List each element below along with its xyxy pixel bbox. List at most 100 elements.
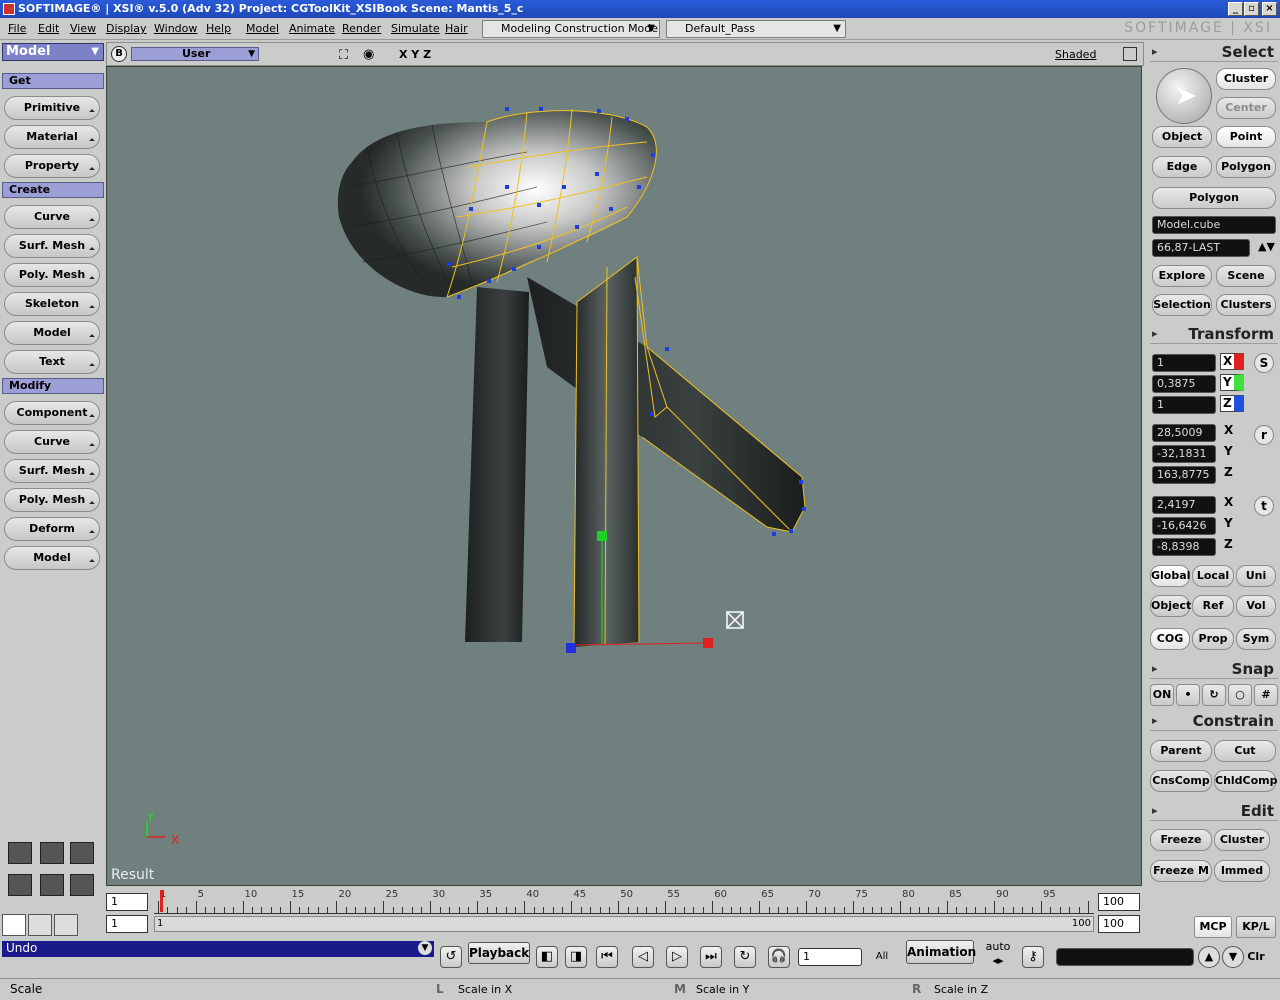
primitive-button[interactable]: Primitive: [4, 96, 100, 120]
all-button[interactable]: All: [866, 948, 898, 966]
cut-button[interactable]: Cut: [1214, 740, 1276, 762]
create-curve-button[interactable]: Curve: [4, 205, 100, 229]
scale-y-field[interactable]: 0,3875: [1152, 375, 1216, 393]
layout-c-icon[interactable]: [70, 874, 94, 896]
cycle-arrows-icon[interactable]: ▲▼: [1258, 240, 1275, 253]
menu-window[interactable]: Window: [154, 22, 197, 35]
keyframe-up-icon[interactable]: ▲: [1198, 946, 1220, 968]
scale-x-toggle[interactable]: X: [1220, 353, 1244, 370]
keyframe-field[interactable]: [1056, 948, 1194, 966]
freeze-m-button[interactable]: Freeze M: [1150, 860, 1212, 882]
rotate-y-label[interactable]: Y: [1224, 444, 1233, 458]
brush-icon[interactable]: [28, 914, 52, 936]
timeline-end-field[interactable]: 100: [1098, 893, 1140, 911]
display-mode-dropdown[interactable]: Shaded: [1055, 48, 1096, 61]
translate-y-field[interactable]: -16,6426: [1152, 517, 1216, 535]
3d-viewport[interactable]: Y X Result: [106, 66, 1142, 886]
layout-split-icon[interactable]: [40, 842, 64, 864]
camera-dropdown[interactable]: User ▼: [131, 47, 259, 61]
key-icon[interactable]: ⚷: [1022, 946, 1044, 968]
edit-header[interactable]: Edit: [1150, 801, 1278, 821]
rotate-x-field[interactable]: 28,5009: [1152, 424, 1216, 442]
translate-x-label[interactable]: X: [1224, 495, 1233, 509]
timeline-start-field[interactable]: 1: [106, 893, 148, 911]
layout-a-icon[interactable]: [8, 874, 32, 896]
local-button[interactable]: Local: [1192, 565, 1234, 587]
clear-button[interactable]: Clr: [1244, 948, 1268, 966]
menu-model[interactable]: Model: [246, 22, 279, 35]
menu-help[interactable]: Help: [206, 22, 231, 35]
menu-file[interactable]: File: [8, 22, 26, 35]
ref-button[interactable]: Ref: [1192, 595, 1234, 617]
modify-surf-mesh-button[interactable]: Surf. Mesh: [4, 459, 100, 483]
select-filter-dropdown[interactable]: Polygon: [1152, 187, 1276, 209]
menu-simulate[interactable]: Simulate: [391, 22, 440, 35]
range-start-field[interactable]: 1: [106, 915, 148, 933]
rotate-tool-button[interactable]: r: [1254, 425, 1274, 445]
modify-curve-button[interactable]: Curve: [4, 430, 100, 454]
maximize-viewport-icon[interactable]: [1123, 47, 1137, 61]
eye-icon[interactable]: ◉: [363, 47, 374, 62]
menu-render[interactable]: Render: [342, 22, 381, 35]
vol-button[interactable]: Vol: [1236, 595, 1276, 617]
previous-key-icon[interactable]: ◧: [536, 946, 558, 968]
select-tool-button[interactable]: ➤: [1156, 68, 1212, 124]
scene-explorer-icon[interactable]: [2, 914, 26, 936]
layout-b-icon[interactable]: [40, 874, 64, 896]
auto-key-toggle[interactable]: auto ◂▸: [980, 940, 1016, 967]
uni-button[interactable]: Uni: [1236, 565, 1276, 587]
create-text-button[interactable]: Text: [4, 350, 100, 374]
rotate-z-field[interactable]: 163,8775: [1152, 466, 1216, 484]
prop-button[interactable]: Prop: [1192, 628, 1234, 650]
snap-on-button[interactable]: ON: [1150, 684, 1174, 706]
snap-header[interactable]: Snap: [1150, 659, 1278, 679]
explore-button[interactable]: Explore: [1152, 265, 1212, 287]
chldcomp-button[interactable]: ChldComp: [1214, 770, 1278, 792]
play-forward-icon[interactable]: ▷: [666, 946, 688, 968]
object-ref-button[interactable]: Object: [1150, 595, 1191, 617]
palette-icon[interactable]: [54, 914, 78, 936]
mcp-tab[interactable]: MCP: [1194, 916, 1232, 938]
cog-button[interactable]: COG: [1150, 628, 1190, 650]
scale-y-toggle[interactable]: Y: [1220, 374, 1244, 391]
snap-surface-icon[interactable]: ○: [1228, 684, 1252, 706]
translate-tool-button[interactable]: t: [1254, 496, 1274, 516]
menu-hair[interactable]: Hair: [445, 22, 468, 35]
sym-button[interactable]: Sym: [1236, 628, 1276, 650]
next-key-icon[interactable]: ◨: [565, 946, 587, 968]
selection-range-field[interactable]: 66,87-LAST: [1152, 239, 1250, 257]
layout-quad-icon[interactable]: [70, 842, 94, 864]
minimize-button[interactable]: _: [1228, 2, 1243, 16]
axes-toggle[interactable]: X Y Z: [399, 48, 431, 61]
snap-point-icon[interactable]: •: [1176, 684, 1200, 706]
clusters-button[interactable]: Clusters: [1216, 294, 1276, 316]
menu-edit[interactable]: Edit: [38, 22, 59, 35]
timeline-ruler[interactable]: 1 5 10 15 20 25 30 35 40 45 50 55 60 65 70 75 80 85 90 95: [154, 888, 1094, 914]
animation-menu-button[interactable]: Animation: [906, 940, 976, 964]
select-object-button[interactable]: Object: [1152, 126, 1212, 148]
modify-deform-button[interactable]: Deform: [4, 517, 100, 541]
scale-tool-button[interactable]: S: [1254, 353, 1274, 373]
rotate-x-label[interactable]: X: [1224, 423, 1233, 437]
close-button[interactable]: ×: [1262, 2, 1277, 16]
select-edge-button[interactable]: Edge: [1152, 156, 1212, 178]
create-surf-mesh-button[interactable]: Surf. Mesh: [4, 234, 100, 258]
range-end-field[interactable]: 100: [1098, 915, 1140, 933]
translate-x-field[interactable]: 2,4197: [1152, 496, 1216, 514]
last-frame-icon[interactable]: ⏭: [700, 946, 722, 968]
keyframe-down-icon[interactable]: ▼: [1222, 946, 1244, 968]
menu-animate[interactable]: Animate: [289, 22, 335, 35]
maximize-button[interactable]: ▫: [1244, 2, 1259, 16]
menu-view[interactable]: View: [70, 22, 96, 35]
loop-icon[interactable]: ↻: [734, 946, 756, 968]
scale-z-toggle[interactable]: Z: [1220, 395, 1244, 412]
scale-z-field[interactable]: 1: [1152, 396, 1216, 414]
snap-grid-icon[interactable]: #: [1254, 684, 1278, 706]
scale-x-field[interactable]: 1: [1152, 354, 1216, 372]
modify-poly-mesh-button[interactable]: Poly. Mesh: [4, 488, 100, 512]
scene-button[interactable]: Scene: [1216, 265, 1276, 287]
create-skeleton-button[interactable]: Skeleton: [4, 292, 100, 316]
selection-button[interactable]: Selection: [1152, 294, 1212, 316]
current-frame-field[interactable]: 1: [798, 948, 862, 966]
freeze-button[interactable]: Freeze: [1150, 829, 1212, 851]
